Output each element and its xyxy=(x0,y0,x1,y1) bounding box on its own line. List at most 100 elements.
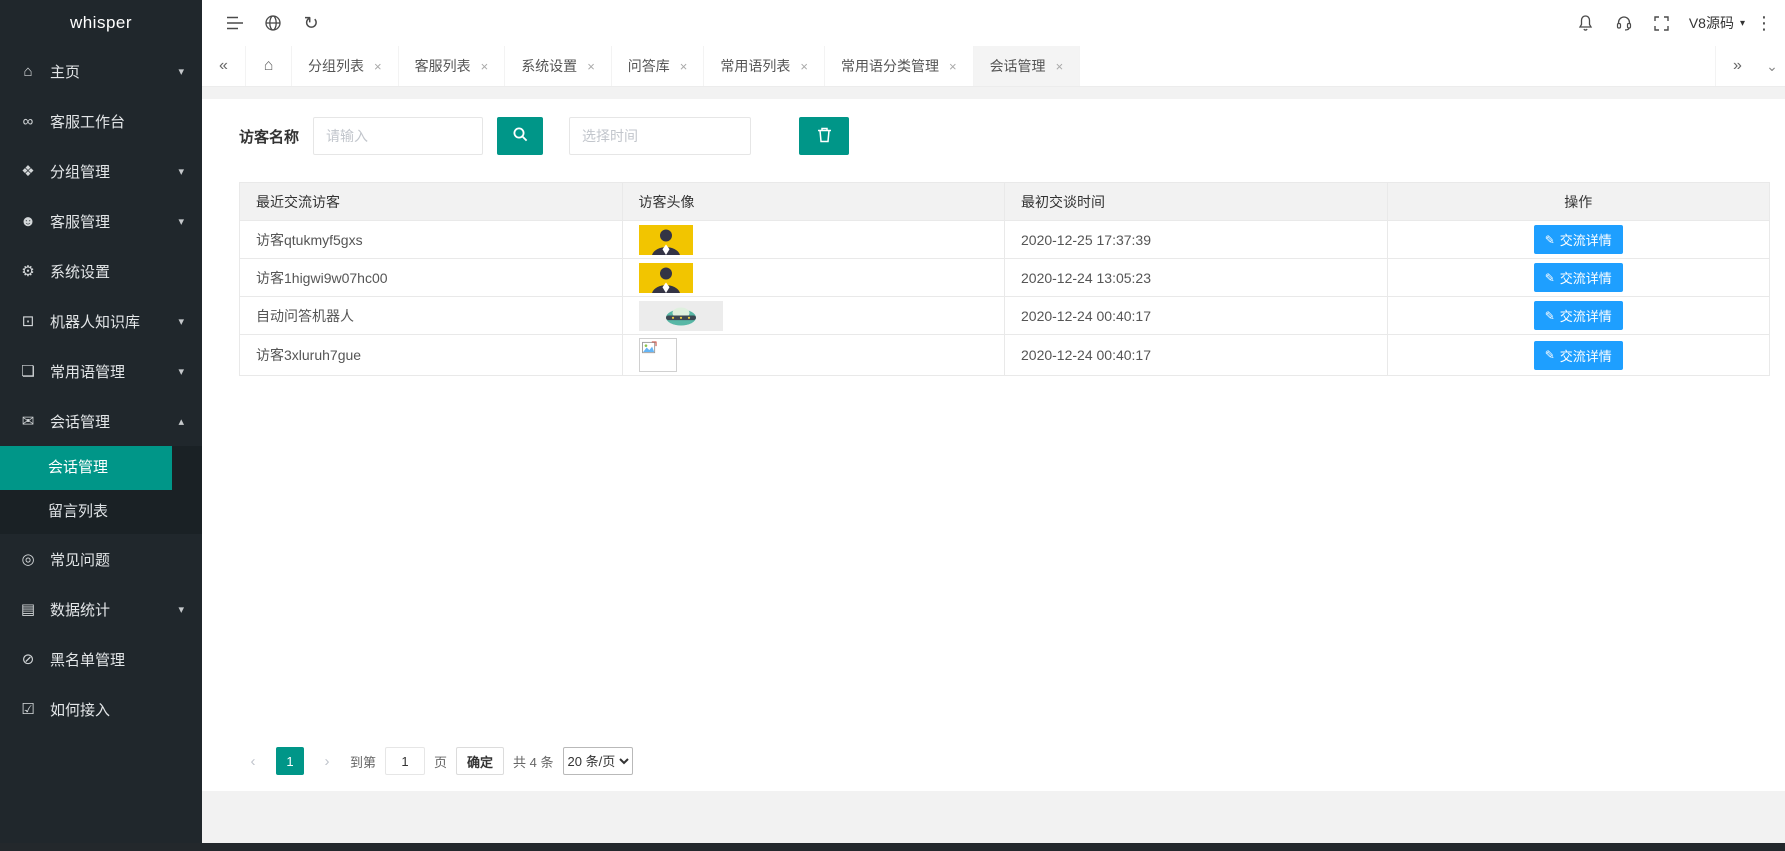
sidebar-item-system-settings[interactable]: ⚙ 系统设置 xyxy=(0,246,202,296)
pencil-icon: ✎ xyxy=(1545,271,1555,285)
close-icon[interactable]: × xyxy=(680,59,688,74)
tabs-scroll-right-button[interactable]: » xyxy=(1715,46,1759,86)
person-avatar xyxy=(639,225,693,255)
close-icon[interactable]: × xyxy=(587,59,595,74)
pencil-icon: ✎ xyxy=(1545,233,1555,247)
sidebar-item-label: 如何接入 xyxy=(50,699,110,720)
tab-label: 常用语列表 xyxy=(720,56,790,76)
sidebar-item-session-management[interactable]: ✉ 会话管理 ▴ xyxy=(0,396,202,446)
visitor-name-cell: 访客1higwi9w07hc00 xyxy=(240,259,623,297)
tab-agent-list[interactable]: 客服列表 × xyxy=(399,46,506,86)
session-management-panel: 访客名称 最近交流访客 xyxy=(202,99,1785,791)
tab-label: 分组列表 xyxy=(308,56,364,76)
chevron-up-icon: ▴ xyxy=(178,415,184,428)
visitor-name-label: 访客名称 xyxy=(239,126,299,147)
total-count-label: 共 4 条 xyxy=(513,752,553,771)
sidebar-item-label: 客服工作台 xyxy=(50,111,125,132)
person-avatar xyxy=(639,263,693,293)
sidebar-item-phrase-management[interactable]: ❏ 常用语管理 ▾ xyxy=(0,346,202,396)
first-chat-time-cell: 2020-12-24 00:40:17 xyxy=(1005,335,1388,376)
group-icon: ❖ xyxy=(18,162,38,180)
source-version-dropdown[interactable]: V8源码 ▾ xyxy=(1689,13,1745,33)
dropdown-label: V8源码 xyxy=(1689,13,1734,33)
clear-button[interactable] xyxy=(799,117,849,155)
chat-detail-button[interactable]: ✎ 交流详情 xyxy=(1534,263,1623,292)
tab-home[interactable]: ⌂ xyxy=(246,46,292,86)
collapse-menu-icon[interactable] xyxy=(216,0,254,46)
tab-system-settings[interactable]: 系统设置 × xyxy=(505,46,612,86)
tab-bar: « ⌂ 分组列表 × 客服列表 × 系统设置 × 问答库 × 常用语列表 × 常… xyxy=(202,46,1785,87)
sidebar-item-label: 分组管理 xyxy=(50,161,110,182)
time-range-input[interactable] xyxy=(569,117,751,155)
tab-phrase-category-management[interactable]: 常用语分类管理 × xyxy=(825,46,974,86)
sidebar-item-group-management[interactable]: ❖ 分组管理 ▾ xyxy=(0,146,202,196)
sidebar-item-faq[interactable]: ◎ 常见问题 xyxy=(0,534,202,584)
search-button[interactable] xyxy=(497,117,543,155)
tab-operations-caret-icon[interactable]: ⌄ xyxy=(1759,46,1785,86)
refresh-icon[interactable]: ↻ xyxy=(292,0,330,46)
goto-page-input[interactable] xyxy=(385,747,425,775)
close-icon[interactable]: × xyxy=(949,59,957,74)
chat-icon: ✉ xyxy=(18,412,38,430)
broken-image-avatar xyxy=(639,338,677,372)
search-form: 访客名称 xyxy=(202,99,1785,155)
sidebar-item-blacklist[interactable]: ⊘ 黑名单管理 xyxy=(0,634,202,684)
robot-avatar xyxy=(639,301,723,331)
table-row: 自动问答机器人 2020-12-24 00:40:17 ✎ 交流详情 xyxy=(240,297,1770,335)
tab-label: 会话管理 xyxy=(990,56,1046,76)
tab-group-list[interactable]: 分组列表 × xyxy=(292,46,399,86)
tabs-scroll-left-button[interactable]: « xyxy=(202,46,246,86)
app-logo: whisper xyxy=(0,0,202,46)
chat-detail-button[interactable]: ✎ 交流详情 xyxy=(1534,301,1623,330)
sidebar-item-workbench[interactable]: ∞ 客服工作台 xyxy=(0,96,202,146)
tab-phrase-list[interactable]: 常用语列表 × xyxy=(704,46,825,86)
chevron-down-icon: ▾ xyxy=(1740,18,1745,29)
page-unit-label: 页 xyxy=(434,752,447,771)
pencil-icon: ✎ xyxy=(1545,309,1555,323)
sidebar-item-agent-management[interactable]: ☻ 客服管理 ▾ xyxy=(0,196,202,246)
pagination: ‹ 1 › 到第 页 确定 共 4 条 20 条/页 xyxy=(239,747,633,775)
sidebar-item-label: 常用语管理 xyxy=(50,361,125,382)
visitor-avatar-cell xyxy=(622,259,1005,297)
close-icon[interactable]: × xyxy=(481,59,489,74)
actions-cell: ✎ 交流详情 xyxy=(1387,259,1770,297)
content-area: 访客名称 最近交流访客 xyxy=(202,87,1785,851)
sidebar-item-home[interactable]: ⌂ 主页 ▾ xyxy=(0,46,202,96)
close-icon[interactable]: × xyxy=(800,59,808,74)
fullscreen-icon[interactable] xyxy=(1643,0,1681,46)
sidebar-subitem-session-management[interactable]: 会话管理 xyxy=(0,446,172,490)
chat-detail-label: 交流详情 xyxy=(1560,306,1612,325)
customer-support-headset-icon[interactable] xyxy=(1605,0,1643,46)
tab-session-management[interactable]: 会话管理 × xyxy=(974,46,1081,86)
chevron-down-icon: ▾ xyxy=(178,165,184,178)
tab-qa-library[interactable]: 问答库 × xyxy=(612,46,705,86)
confirm-page-button[interactable]: 确定 xyxy=(456,747,504,775)
search-icon xyxy=(512,126,529,146)
visitor-name-input[interactable] xyxy=(313,117,483,155)
per-page-select[interactable]: 20 条/页 xyxy=(563,747,633,775)
sidebar-item-how-to-access[interactable]: ☑ 如何接入 xyxy=(0,684,202,734)
robot-icon: ⊡ xyxy=(18,312,38,330)
more-options-icon[interactable]: ⋮ xyxy=(1753,0,1775,46)
prev-page-button[interactable]: ‹ xyxy=(239,747,267,775)
sidebar-item-robot-knowledge[interactable]: ⊡ 机器人知识库 ▾ xyxy=(0,296,202,346)
workbench-icon: ∞ xyxy=(18,113,38,130)
sidebar-item-statistics[interactable]: ▤ 数据统计 ▾ xyxy=(0,584,202,634)
chat-detail-button[interactable]: ✎ 交流详情 xyxy=(1534,225,1623,254)
tab-label: 系统设置 xyxy=(521,56,577,76)
chevron-down-icon: ▾ xyxy=(178,315,184,328)
close-icon[interactable]: × xyxy=(374,59,382,74)
gear-icon: ⚙ xyxy=(18,262,38,280)
actions-cell: ✎ 交流详情 xyxy=(1387,335,1770,376)
trash-icon xyxy=(817,127,832,146)
next-page-button[interactable]: › xyxy=(313,747,341,775)
current-page-button[interactable]: 1 xyxy=(276,747,304,775)
blacklist-icon: ⊘ xyxy=(18,650,38,668)
person-icon: ☻ xyxy=(18,213,38,230)
sidebar-subitem-message-list[interactable]: 留言列表 xyxy=(0,490,202,534)
language-globe-icon[interactable] xyxy=(254,0,292,46)
notification-bell-icon[interactable] xyxy=(1567,0,1605,46)
close-icon[interactable]: × xyxy=(1056,59,1064,74)
chat-detail-button[interactable]: ✎ 交流详情 xyxy=(1534,341,1623,370)
sidebar-item-label: 黑名单管理 xyxy=(50,649,125,670)
